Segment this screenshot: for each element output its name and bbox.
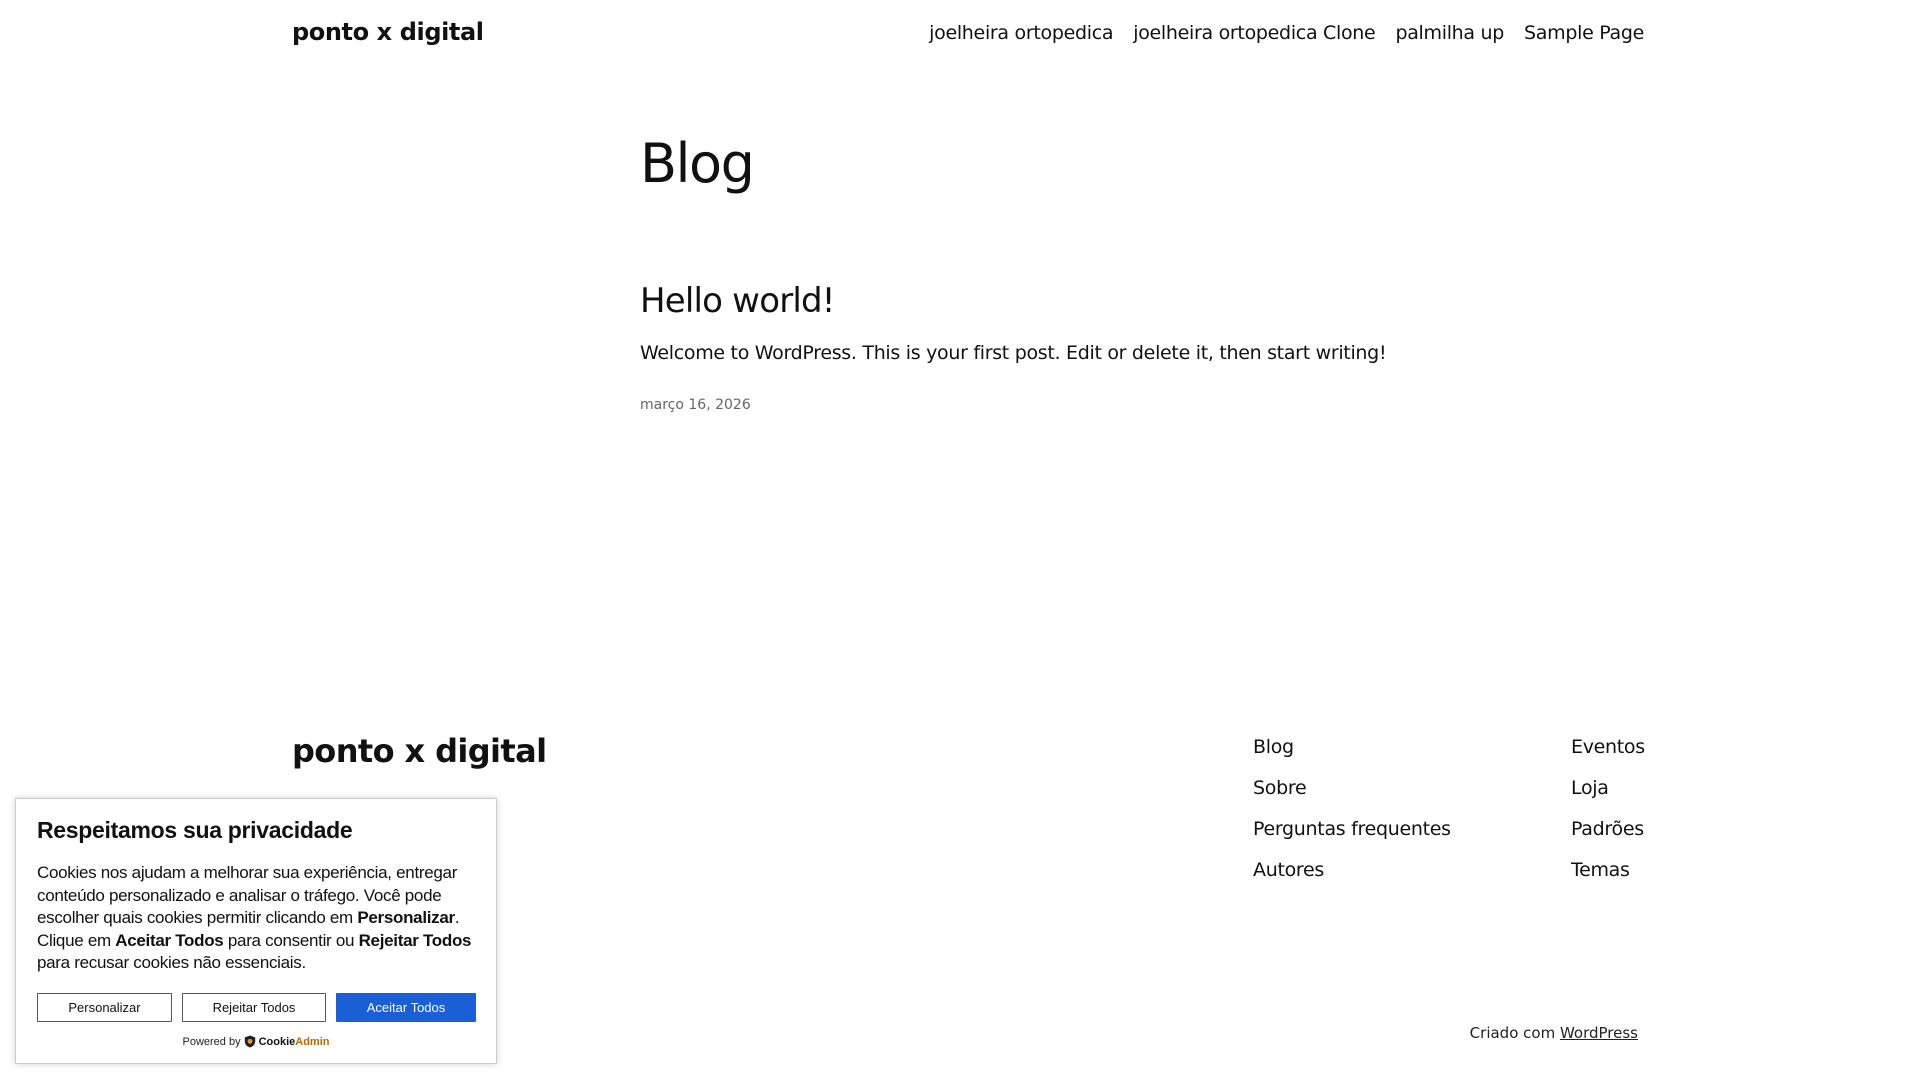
cookieadmin-logo-part-a: Cookie: [258, 1035, 296, 1048]
footer-credit: Criado com WordPress: [1470, 1024, 1638, 1042]
nav-item-joelheira-ortopedica-clone[interactable]: joelheira ortopedica Clone: [1133, 22, 1376, 44]
nav-item-joelheira-ortopedica[interactable]: joelheira ortopedica: [929, 22, 1113, 44]
nav-item-palmilha-up[interactable]: palmilha up: [1395, 22, 1504, 44]
footer-nav-column-2: Eventos Loja Padrões Temas: [1571, 736, 1645, 881]
cookie-text-bold-accept: Aceitar Todos: [115, 930, 224, 950]
customize-button[interactable]: Personalizar: [37, 993, 172, 1022]
cookie-banner-title: Respeitamos sua privacidade: [37, 817, 353, 843]
cookie-text-bold-customize: Personalizar: [357, 908, 455, 927]
nav-item-sample-page[interactable]: Sample Page: [1524, 22, 1644, 44]
accept-all-button[interactable]: Aceitar Todos: [336, 993, 476, 1022]
cookie-consent-banner: Respeitamos sua privacidade Cookies nos …: [15, 798, 497, 1064]
footer-nav-column-1: Blog Sobre Perguntas frequentes Autores: [1253, 736, 1451, 881]
cookie-text-part: para consentir ou: [223, 930, 359, 950]
credit-prefix: Criado com: [1469, 1024, 1560, 1042]
site-title[interactable]: ponto x digital: [292, 18, 484, 46]
wordpress-link[interactable]: WordPress: [1560, 1024, 1638, 1042]
footer-link-loja[interactable]: Loja: [1571, 777, 1645, 799]
footer-link-padroes[interactable]: Padrões: [1571, 818, 1645, 840]
powered-by-label: Powered by: [182, 1035, 241, 1048]
post-title: Hello world!: [640, 281, 835, 321]
cookie-text-part: para recusar cookies não essenciais.: [37, 953, 306, 972]
primary-nav: joelheira ortopedica joelheira ortopedic…: [929, 22, 1644, 44]
reject-all-button[interactable]: Rejeitar Todos: [182, 993, 326, 1022]
footer-link-perguntas-frequentes[interactable]: Perguntas frequentes: [1253, 818, 1451, 840]
cookieadmin-logo[interactable]: CookieAdmin: [259, 1036, 330, 1048]
post-title-link[interactable]: Hello world!: [640, 281, 835, 321]
footer-link-sobre[interactable]: Sobre: [1253, 777, 1451, 799]
page-title: Blog: [640, 132, 755, 195]
cookieadmin-shield-icon: [244, 1035, 255, 1048]
post-excerpt: Welcome to WordPress. This is your first…: [640, 342, 1387, 364]
footer-link-blog[interactable]: Blog: [1253, 736, 1451, 758]
powered-by: Powered by CookieAdmin: [16, 1035, 496, 1048]
post-date[interactable]: março 16, 2026: [640, 397, 751, 413]
footer-link-temas[interactable]: Temas: [1571, 859, 1645, 881]
cookie-text-bold-reject: Rejeitar Todos: [358, 930, 472, 950]
cookie-buttons: Personalizar Rejeitar Todos Aceitar Todo…: [37, 993, 476, 1022]
footer-link-autores[interactable]: Autores: [1253, 859, 1451, 881]
cookieadmin-logo-part-b: Admin: [295, 1035, 330, 1048]
footer-site-title[interactable]: ponto x digital: [292, 732, 547, 770]
cookie-banner-text: Cookies nos ajudam a melhorar sua experi…: [37, 862, 482, 975]
footer-link-eventos[interactable]: Eventos: [1571, 736, 1645, 758]
